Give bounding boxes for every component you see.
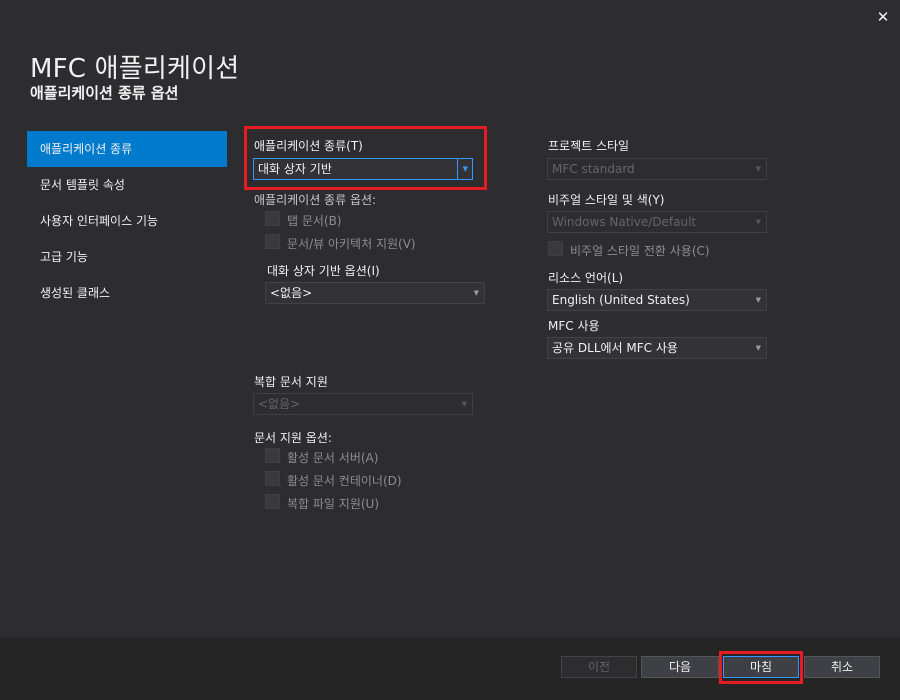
sidebar-item-advanced[interactable]: 고급 기능 xyxy=(27,239,227,275)
doc-view-label: 문서/뷰 아키텍처 지원(V) xyxy=(287,237,416,251)
finish-button[interactable]: 마침 xyxy=(723,656,799,678)
tabbed-docs-label: 탭 문서(B) xyxy=(287,214,342,228)
compound-file-checkbox[interactable] xyxy=(265,494,280,509)
chevron-down-icon: ▼ xyxy=(473,289,479,297)
cancel-button[interactable]: 취소 xyxy=(804,656,880,678)
doc-view-checkbox[interactable] xyxy=(265,234,280,249)
tabbed-docs-checkbox[interactable] xyxy=(265,211,280,226)
visual-style-value: Windows Native/Default xyxy=(552,215,697,229)
app-type-options-label: 애플리케이션 종류 옵션: xyxy=(254,193,377,207)
close-icon[interactable]: ✕ xyxy=(874,8,892,26)
sidebar-item-application-type[interactable]: 애플리케이션 종류 xyxy=(27,131,227,167)
compound-doc-select[interactable]: <없음> ▼ xyxy=(253,393,473,415)
sidebar-item-document-template[interactable]: 문서 템플릿 속성 xyxy=(27,167,227,203)
dialog-subtitle: 애플리케이션 종류 옵션 xyxy=(30,84,179,102)
mfc-use-label: MFC 사용 xyxy=(548,319,600,333)
sidebar-item-generated-classes[interactable]: 생성된 클래스 xyxy=(27,275,227,311)
mfc-use-select[interactable]: 공유 DLL에서 MFC 사용 ▼ xyxy=(547,337,767,359)
project-style-value: MFC standard xyxy=(552,162,635,176)
chevron-down-icon: ▼ xyxy=(461,400,467,408)
compound-doc-label: 복합 문서 지원 xyxy=(254,375,328,389)
resource-language-label: 리소스 언어(L) xyxy=(548,271,624,285)
chevron-down-icon: ▼ xyxy=(755,218,761,226)
resource-language-select[interactable]: English (United States) ▼ xyxy=(547,289,767,311)
project-style-label: 프로젝트 스타일 xyxy=(548,139,630,153)
mfc-use-value: 공유 DLL에서 MFC 사용 xyxy=(552,341,678,355)
app-type-value: 대화 상자 기반 xyxy=(258,162,332,176)
project-style-select[interactable]: MFC standard ▼ xyxy=(547,158,767,180)
sidebar-item-user-interface[interactable]: 사용자 인터페이스 기능 xyxy=(27,203,227,239)
dialog-options-label: 대화 상자 기반 옵션(I) xyxy=(267,264,380,278)
previous-button[interactable]: 이전 xyxy=(561,656,637,678)
compound-doc-value: <없음> xyxy=(258,397,301,411)
chevron-down-icon: ▼ xyxy=(755,165,761,173)
visual-style-label: 비주얼 스타일 및 색(Y) xyxy=(548,193,665,207)
dialog-options-select[interactable]: <없음> ▼ xyxy=(265,282,485,304)
active-server-label: 활성 문서 서버(A) xyxy=(287,451,379,465)
chevron-down-icon: ▼ xyxy=(755,344,761,352)
app-type-select[interactable]: 대화 상자 기반 ▼ xyxy=(253,158,473,180)
doc-support-options-label: 문서 지원 옵션: xyxy=(254,431,332,445)
active-container-label: 활성 문서 컨테이너(D) xyxy=(287,474,402,488)
dialog-title: MFC 애플리케이션 xyxy=(30,54,240,84)
app-type-label: 애플리케이션 종류(T) xyxy=(254,139,363,153)
active-container-checkbox[interactable] xyxy=(265,471,280,486)
visual-switch-checkbox[interactable] xyxy=(548,241,563,256)
next-button[interactable]: 다음 xyxy=(641,656,719,678)
chevron-down-icon: ▼ xyxy=(755,296,761,304)
visual-style-select[interactable]: Windows Native/Default ▼ xyxy=(547,211,767,233)
resource-language-value: English (United States) xyxy=(552,293,690,307)
chevron-down-icon: ▼ xyxy=(462,165,468,173)
active-server-checkbox[interactable] xyxy=(265,448,280,463)
compound-file-label: 복합 파일 지원(U) xyxy=(287,497,380,511)
visual-switch-label: 비주얼 스타일 전환 사용(C) xyxy=(570,244,710,258)
dialog-options-value: <없음> xyxy=(270,286,313,300)
